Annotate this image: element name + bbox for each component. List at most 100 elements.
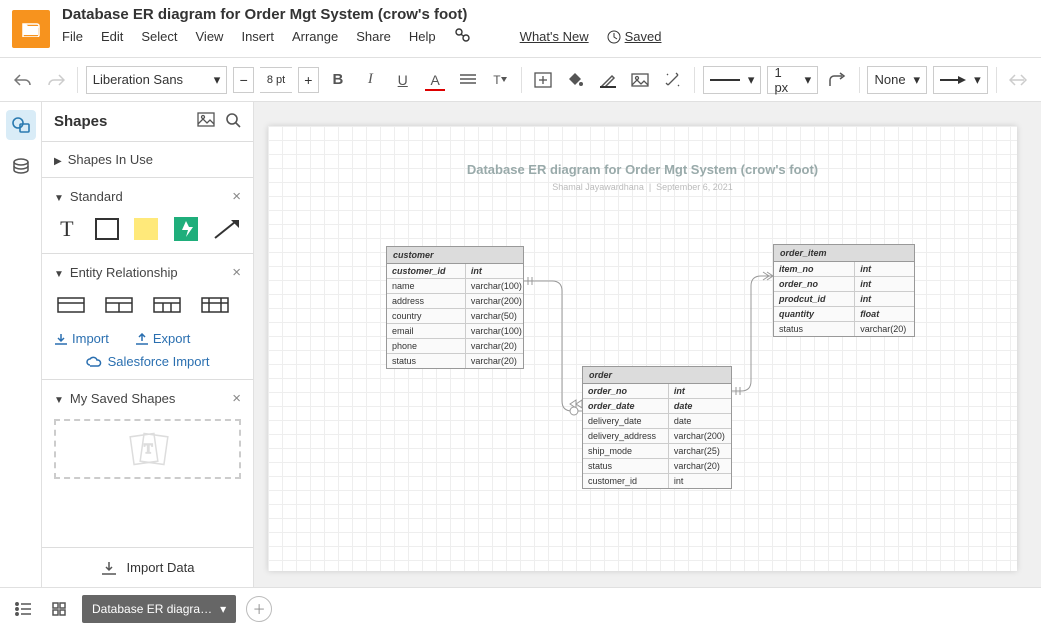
entity-order[interactable]: order order_nointorder_datedatedelivery_… [582,366,732,489]
shape-note[interactable] [134,215,160,243]
line-style-select[interactable]: ▾ [703,66,762,94]
entity-row[interactable]: order_noint [774,276,914,291]
entity-row[interactable]: emailvarchar(100) [387,323,523,338]
entity-row[interactable]: delivery_addressvarchar(200) [583,428,731,443]
entity-row[interactable]: statusvarchar(20) [583,458,731,473]
entity-order-item[interactable]: order_item item_nointorder_nointprodcut_… [773,244,915,337]
er-close[interactable]: × [232,264,241,281]
entity-row[interactable]: delivery_datedate [583,413,731,428]
er-shape-3[interactable] [150,291,184,319]
search-tools-icon[interactable] [454,27,470,46]
entity-row[interactable]: statusvarchar(20) [387,353,523,368]
er-section[interactable]: ▼Entity Relationship × [54,264,241,281]
standard-close[interactable]: × [232,188,241,205]
menu-edit[interactable]: Edit [101,29,123,44]
entity-row[interactable]: namevarchar(100) [387,278,523,293]
bold-button[interactable]: B [325,66,351,94]
standard-section[interactable]: ▼Standard × [54,188,241,205]
arrow-end-select[interactable]: ▾ [933,66,988,94]
whats-new-link[interactable]: What's New [520,29,589,44]
entity-customer[interactable]: customer customer_idintnamevarchar(100)a… [386,246,524,369]
font-select[interactable]: Liberation Sans▾ [86,66,228,94]
shape-block[interactable] [173,215,199,243]
magic-button[interactable] [660,66,686,94]
entity-row[interactable]: statusvarchar(20) [774,321,914,336]
menu-view[interactable]: View [196,29,224,44]
text-color-button[interactable]: A [422,66,448,94]
connector-order-orderitem[interactable] [732,266,773,396]
redo-button[interactable] [42,66,68,94]
entity-row[interactable]: addressvarchar(200) [387,293,523,308]
entity-row[interactable]: order_datedate [583,398,731,413]
image-button[interactable] [627,66,653,94]
add-page-button[interactable]: ＋ [246,596,272,622]
canvas[interactable]: Database ER diagram for Order Mgt System… [268,126,1017,571]
saved-status[interactable]: Saved [607,29,662,44]
entity-row[interactable]: customer_idint [583,473,731,488]
data-panel-button[interactable] [6,152,36,182]
grid-view-button[interactable] [46,596,72,622]
app-logo[interactable] [12,10,50,48]
entity-customer-rows: customer_idintnamevarchar(100)addressvar… [387,264,523,368]
arrow-start-select[interactable]: None▾ [867,66,927,94]
entity-row[interactable]: item_noint [774,262,914,276]
page-tab[interactable]: Database ER diagra… ▾ [82,595,236,623]
shapes-in-use-section[interactable]: ▶Shapes In Use [54,152,241,167]
connector-customer-order[interactable] [524,266,582,416]
entity-row[interactable]: countryvarchar(50) [387,308,523,323]
saved-shapes-dropzone[interactable]: T [54,419,241,479]
line-width-select[interactable]: 1 px▾ [767,66,818,94]
import-link[interactable]: Import [54,331,109,346]
text-options-button[interactable]: T [487,66,513,94]
search-shapes-icon[interactable] [225,112,241,131]
shape-rectangle[interactable] [94,215,120,243]
export-link[interactable]: Export [135,331,191,346]
undo-button[interactable] [10,66,36,94]
shape-arrow[interactable] [213,215,241,243]
shapes-panel-title: Shapes [54,113,107,130]
tab-dropdown-icon[interactable]: ▾ [220,602,226,616]
er-shape-1[interactable] [54,291,88,319]
my-saved-close[interactable]: × [232,390,241,407]
er-shape-2[interactable] [102,291,136,319]
header: Database ER diagram for Order Mgt System… [0,0,1041,58]
import-data-button[interactable]: Import Data [42,547,253,587]
entity-row[interactable]: quantityfloat [774,306,914,321]
entity-order-item-rows: item_nointorder_nointprodcut_idintquanti… [774,262,914,336]
menu-select[interactable]: Select [141,29,177,44]
toolbar: Liberation Sans▾ − 8 pt + B I U A T ▾ 1 … [0,58,1041,102]
line-type-button[interactable] [824,66,850,94]
shape-size-button[interactable] [530,66,556,94]
menu-share[interactable]: Share [356,29,391,44]
menu-arrange[interactable]: Arrange [292,29,338,44]
diagram-title[interactable]: Database ER diagram for Order Mgt System… [268,162,1017,177]
fontsize-increase[interactable]: + [298,67,319,93]
entity-row[interactable]: customer_idint [387,264,523,278]
border-color-button[interactable] [595,66,621,94]
menu-file[interactable]: File [62,29,83,44]
fontsize-decrease[interactable]: − [233,67,254,93]
document-title[interactable]: Database ER diagram for Order Mgt System… [62,6,1041,23]
align-button[interactable] [454,66,480,94]
entity-row[interactable]: phonevarchar(20) [387,338,523,353]
list-view-button[interactable] [10,596,36,622]
menu-help[interactable]: Help [409,29,436,44]
underline-button[interactable]: U [390,66,416,94]
entity-row[interactable]: order_noint [583,384,731,398]
entity-row[interactable]: prodcut_idint [774,291,914,306]
menu-bar: File Edit Select View Insert Arrange Sha… [62,27,1041,46]
menu-insert[interactable]: Insert [241,29,274,44]
fontsize-value[interactable]: 8 pt [260,67,292,93]
shape-text[interactable]: T [54,215,80,243]
fill-color-button[interactable] [562,66,588,94]
image-library-icon[interactable] [197,112,215,131]
revert-button[interactable] [1005,66,1031,94]
my-saved-shapes-section[interactable]: ▼My Saved Shapes × [54,390,241,407]
er-shape-4[interactable] [198,291,232,319]
salesforce-import-link[interactable]: Salesforce Import [54,354,241,369]
italic-button[interactable]: I [357,66,383,94]
canvas-area[interactable]: Database ER diagram for Order Mgt System… [254,102,1041,587]
svg-text:T: T [144,442,153,457]
entity-row[interactable]: ship_modevarchar(25) [583,443,731,458]
shapes-panel-button[interactable] [6,110,36,140]
